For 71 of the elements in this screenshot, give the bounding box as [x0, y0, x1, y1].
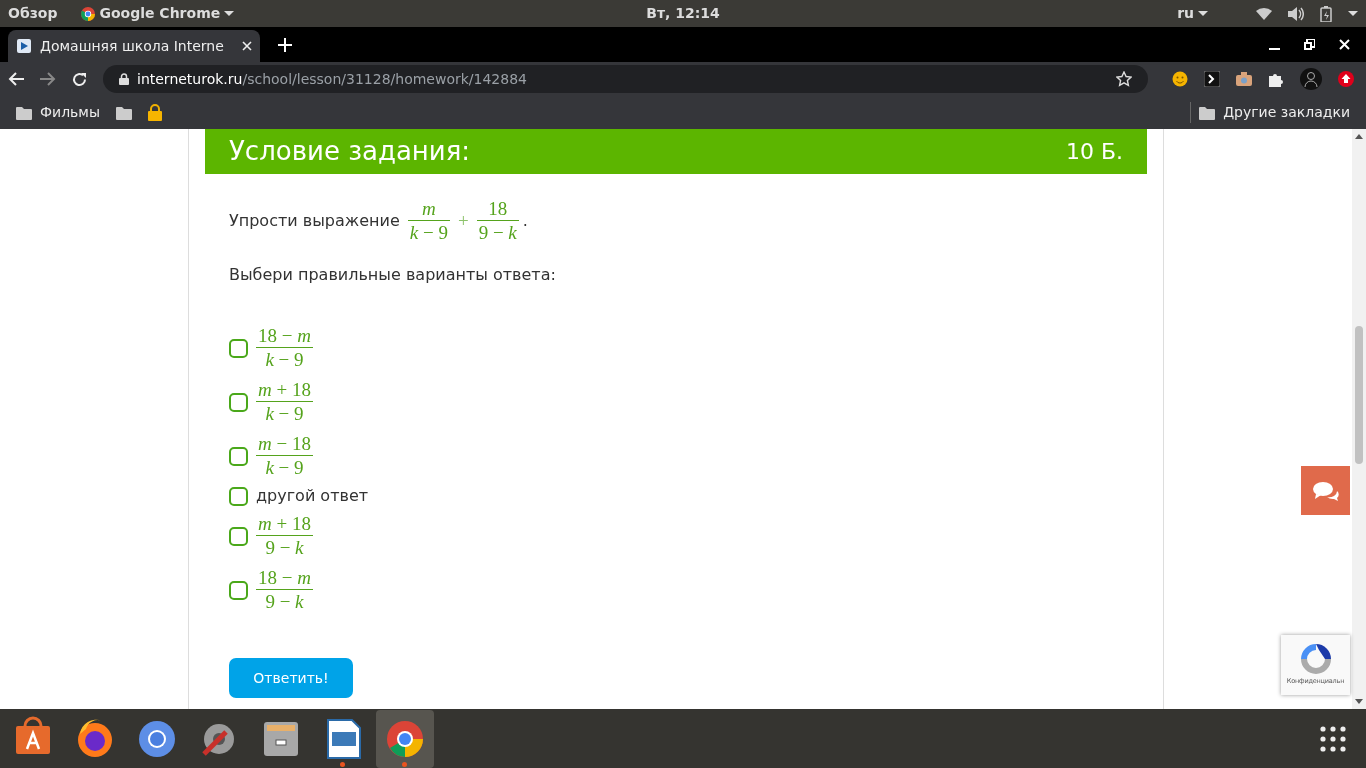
checkbox[interactable]	[229, 526, 248, 546]
denominator: 9 − k	[264, 536, 305, 560]
prompt-text: Упрости выражение	[229, 210, 400, 232]
url-text: interneturok.ru/school/lesson/31128/homework/142884	[137, 69, 527, 89]
denominator: k − 9	[264, 402, 305, 426]
address-bar[interactable]: interneturok.ru/school/lesson/31128/homework/142884	[103, 65, 1148, 93]
keyboard-layout-menu[interactable]: ru	[1177, 3, 1208, 24]
activities-button[interactable]: Обзор	[8, 3, 58, 24]
terminal-icon[interactable]	[1204, 71, 1220, 87]
caret-icon	[1198, 11, 1208, 16]
wifi-icon[interactable]	[1256, 7, 1272, 20]
caret-icon[interactable]	[1348, 11, 1358, 16]
volume-icon[interactable]	[1288, 6, 1304, 21]
dock-item[interactable]	[376, 710, 434, 768]
bookmark[interactable]: Фильмы	[16, 102, 100, 123]
chat-icon	[1312, 480, 1339, 501]
checkbox[interactable]	[229, 338, 248, 358]
denominator: 9 − k	[477, 221, 518, 245]
chrome-icon	[81, 6, 96, 21]
folder-icon	[1199, 105, 1216, 120]
denominator: k − 9	[408, 221, 449, 245]
math-operator: +	[457, 208, 469, 233]
punctuation: .	[522, 210, 528, 232]
instruction-text: Выбери правильные варианты ответа:	[229, 264, 557, 286]
app-grid-icon[interactable]	[1320, 726, 1346, 752]
scrollbar-thumb[interactable]	[1355, 326, 1363, 464]
smiley-icon[interactable]	[1172, 71, 1188, 87]
upload-icon[interactable]	[1338, 71, 1354, 87]
browser-tab[interactable]: Домашняя школа Interne	[8, 30, 260, 62]
close-icon[interactable]	[242, 41, 252, 51]
bookmark-folder-icon[interactable]	[115, 105, 132, 120]
bookmark-lock-icon[interactable]	[147, 104, 162, 121]
site-icon	[16, 38, 32, 54]
denominator: k − 9	[264, 348, 305, 372]
reload-icon[interactable]	[72, 71, 87, 87]
new-tab-icon[interactable]	[278, 38, 292, 52]
numerator: m + 18	[256, 378, 313, 402]
numerator: m	[407, 197, 450, 221]
numerator: 18 − m	[256, 324, 313, 348]
checkbox[interactable]	[229, 446, 248, 466]
points-label: 10 Б.	[1065, 138, 1123, 166]
scroll-up-icon[interactable]	[1355, 134, 1363, 139]
clock[interactable]: Вт, 12:14	[646, 3, 720, 24]
option-label[interactable]: другой ответ	[256, 484, 369, 508]
checkbox[interactable]	[229, 486, 248, 506]
puzzle-icon[interactable]	[1268, 71, 1284, 87]
forward-icon[interactable]	[40, 72, 56, 86]
battery-icon[interactable]	[1320, 5, 1332, 22]
checkbox[interactable]	[229, 580, 248, 600]
numerator: 18	[476, 197, 519, 221]
bookmark-star-icon[interactable]	[1116, 71, 1132, 87]
caret-icon	[224, 11, 235, 16]
profile-avatar-icon[interactable]	[1300, 68, 1322, 90]
numerator: m − 18	[256, 432, 313, 456]
scroll-down-icon[interactable]	[1355, 699, 1363, 704]
lock-icon	[119, 73, 129, 85]
task-title: Условие задания:	[229, 135, 471, 168]
scrollbar[interactable]	[1352, 129, 1366, 709]
camera-icon[interactable]	[1236, 72, 1252, 86]
chat-button[interactable]	[1301, 466, 1350, 515]
folder-icon	[16, 105, 32, 120]
back-icon[interactable]	[8, 72, 24, 86]
checkbox[interactable]	[229, 392, 248, 412]
numerator: m + 18	[256, 512, 313, 536]
restore-icon[interactable]	[1304, 39, 1315, 50]
denominator: k − 9	[264, 456, 305, 480]
other-bookmarks[interactable]: Другие закладки	[1190, 102, 1350, 123]
tab-title: Домашняя школа Interne	[40, 36, 225, 56]
numerator: 18 − m	[256, 566, 313, 590]
denominator: 9 − k	[264, 590, 305, 614]
app-menu[interactable]: Google Chrome	[81, 3, 235, 24]
